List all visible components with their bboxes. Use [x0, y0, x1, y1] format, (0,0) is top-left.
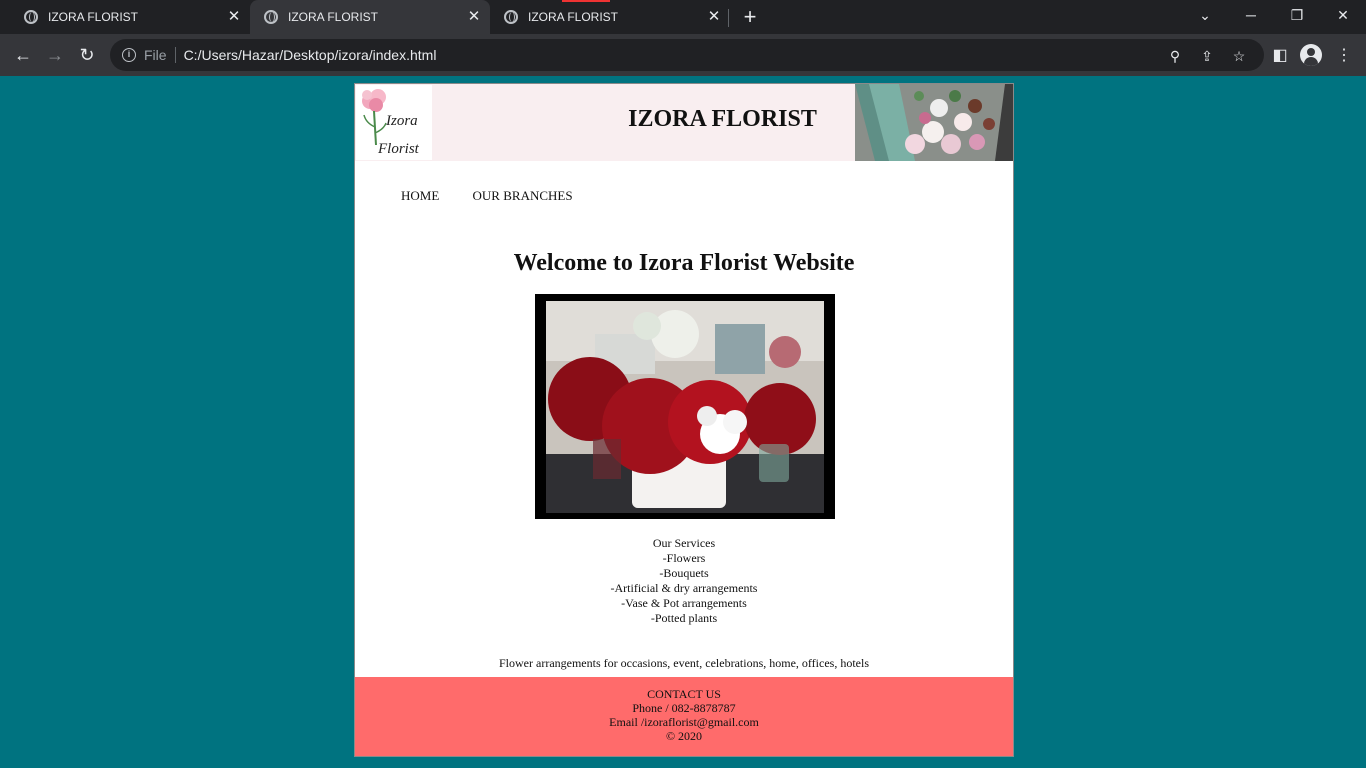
close-icon[interactable]: ✕ — [704, 7, 724, 27]
profile-icon[interactable] — [1300, 44, 1322, 66]
browser-tab[interactable]: IZORA FLORIST ✕ — [10, 0, 250, 34]
browser-toolbar: ← → ↻ i File C:/Users/Hazar/Desktop/izor… — [0, 34, 1366, 76]
new-tab-icon[interactable]: + — [738, 6, 762, 28]
url-text[interactable]: C:/Users/Hazar/Desktop/izora/index.html — [184, 47, 437, 63]
window-close-icon[interactable]: ✕ — [1320, 0, 1366, 30]
close-icon[interactable]: ✕ — [224, 7, 244, 27]
share-icon[interactable]: ⇪ — [1198, 47, 1216, 65]
globe-icon — [504, 10, 518, 24]
menu-icon[interactable]: ⋮ — [1332, 44, 1356, 68]
page-container: Izora Florist IZORA FLORIST HOME OUR BRA… — [354, 83, 1014, 757]
globe-icon — [24, 10, 38, 24]
browser-tab-active[interactable]: IZORA FLORIST ✕ — [250, 0, 490, 34]
tab-strip: IZORA FLORIST ✕ IZORA FLORIST ✕ IZORA FL… — [0, 0, 1366, 34]
reload-icon[interactable]: ↻ — [74, 42, 100, 68]
tab-search-icon[interactable]: ⌄ — [1182, 0, 1228, 30]
service-item: -Flowers — [662, 551, 706, 565]
info-icon[interactable]: i — [122, 48, 136, 62]
zoom-icon[interactable]: ⚲ — [1166, 47, 1184, 65]
scheme-label: File — [144, 47, 167, 63]
site-nav: HOME OUR BRANCHES — [401, 188, 603, 204]
restore-icon[interactable]: ❐ — [1274, 0, 1320, 30]
star-icon[interactable]: ☆ — [1230, 47, 1248, 65]
side-panel-icon[interactable]: ◧ — [1268, 44, 1292, 68]
welcome-heading: Welcome to Izora Florist Website — [513, 250, 855, 276]
site-title: IZORA FLORIST — [628, 106, 817, 132]
logo-text-florist: Florist — [378, 141, 419, 157]
browser-tab[interactable]: IZORA FLORIST ✕ — [490, 0, 730, 34]
forward-icon[interactable]: → — [42, 42, 68, 68]
services-heading: Our Services — [652, 536, 716, 550]
header-banner: Izora Florist IZORA FLORIST — [355, 84, 1013, 161]
footer-email: Email /izoraflorist@gmail.com — [609, 715, 759, 729]
close-icon[interactable]: ✕ — [464, 7, 484, 27]
service-item: -Potted plants — [650, 611, 718, 625]
service-item: -Bouquets — [659, 566, 709, 580]
globe-icon — [264, 10, 278, 24]
contact-footer: CONTACT US Phone / 082-8878787 Email /iz… — [355, 677, 1013, 756]
footer-phone: Phone / 082-8878787 — [632, 701, 736, 715]
tab-title: IZORA FLORIST — [528, 10, 619, 24]
nav-branches-link[interactable]: OUR BRANCHES — [473, 188, 573, 203]
site-logo: Izora Florist — [356, 85, 432, 160]
bouquet-image — [855, 84, 1013, 161]
services-list: Our Services -Flowers -Bouquets -Artific… — [355, 536, 1013, 626]
tab-divider — [728, 9, 729, 27]
footer-heading: CONTACT US — [647, 687, 721, 701]
tab-title: IZORA FLORIST — [48, 10, 139, 24]
back-icon[interactable]: ← — [10, 42, 36, 68]
address-divider — [174, 47, 176, 63]
tagline: Flower arrangements for occasions, event… — [499, 656, 869, 670]
tab-title: IZORA FLORIST — [288, 10, 379, 24]
minimize-icon[interactable]: ─ — [1228, 0, 1274, 30]
footer-copyright: © 2020 — [665, 729, 703, 743]
address-bar[interactable]: i File C:/Users/Hazar/Desktop/izora/inde… — [110, 39, 1264, 71]
service-item: -Artificial & dry arrangements — [610, 581, 758, 595]
nav-home-link[interactable]: HOME — [401, 188, 439, 203]
logo-text-izora: Izora — [386, 113, 418, 129]
service-item: -Vase & Pot arrangements — [621, 596, 747, 610]
flower-arrangement-photo — [535, 294, 835, 519]
